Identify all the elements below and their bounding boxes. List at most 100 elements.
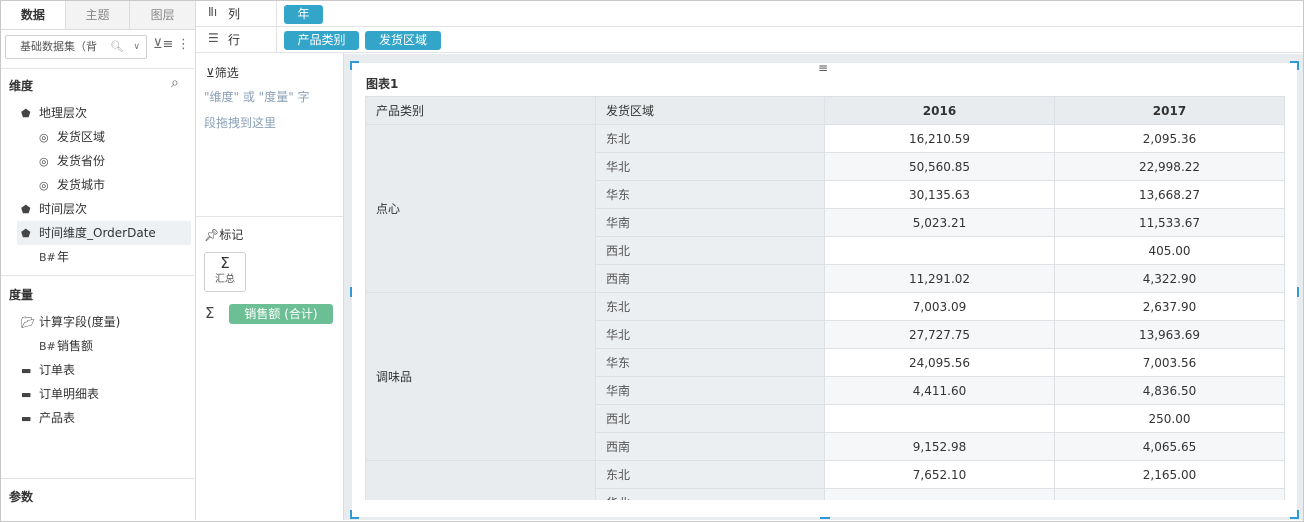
region-cell[interactable]: 东北 (595, 292, 825, 321)
header-category[interactable]: 产品类别 (365, 96, 596, 125)
region-cell[interactable]: 华南 (595, 376, 825, 405)
tree-item-label: 销售额 (57, 339, 94, 353)
tree-item[interactable]: ⬟ 时间层次 (21, 197, 87, 221)
value-cell-2016[interactable]: 30,135.63 (824, 180, 1055, 209)
value-cell-2017[interactable]: 4,322.90 (1054, 264, 1285, 293)
value-cell-2016[interactable]: 27,727.75 (824, 320, 1055, 349)
value-cell-2016[interactable] (824, 488, 1055, 500)
value-cell-2016[interactable] (824, 404, 1055, 433)
column-shelf-label: 列 (228, 7, 241, 21)
selection-corner[interactable] (1290, 510, 1299, 519)
header-2017[interactable]: 2017 (1054, 96, 1285, 125)
region-cell[interactable]: 华北 (595, 320, 825, 349)
value-cell-2016[interactable]: 5,023.21 (824, 208, 1055, 237)
tree-item-label: 发货城市 (57, 178, 106, 192)
filter-icon[interactable]: ⊻≡ (153, 37, 173, 52)
value-cell-2017[interactable]: 4,836.50 (1054, 376, 1285, 405)
category-cell[interactable]: 调味品 (365, 292, 596, 461)
tree-item[interactable]: ◎ 发货区域 (39, 125, 105, 149)
globe-icon: ◎ (39, 155, 49, 168)
region-cell[interactable]: 东北 (595, 124, 825, 153)
tree-item-label: 订单表 (39, 363, 76, 377)
value-cell-2016[interactable]: 11,291.02 (824, 264, 1055, 293)
region-cell[interactable]: 华东 (595, 348, 825, 377)
row-pill-category[interactable]: 产品类别 (284, 31, 359, 50)
selection-corner[interactable] (350, 61, 359, 70)
column-shelf[interactable]: Ⅱı 列 年 (196, 1, 1303, 27)
selection-corner[interactable] (350, 510, 359, 519)
tree-item[interactable]: ⬟ 地理层次 (21, 101, 87, 125)
row-shelf[interactable]: ☰ 行 产品类别 发货区域 (196, 27, 1303, 53)
resize-handle-bottom[interactable] (820, 517, 830, 519)
row-pill-region[interactable]: 发货区域 (365, 31, 441, 50)
layers-icon: ⬟ (21, 203, 31, 216)
region-cell[interactable]: 华北 (595, 488, 825, 500)
value-cell-2017[interactable]: 2,637.90 (1054, 292, 1285, 321)
search-icon[interactable]: ⌕ (171, 75, 179, 91)
resize-handle-right[interactable] (1297, 287, 1299, 297)
filter-drop-hint[interactable]: "维度" 或 "度量" 字 (204, 84, 334, 110)
tree-item[interactable]: B#销售额 (39, 334, 93, 358)
divider (196, 216, 343, 217)
value-cell-2017[interactable]: 405.00 (1054, 236, 1285, 265)
value-cell-2016[interactable]: 7,003.09 (824, 292, 1055, 321)
region-cell[interactable]: 华东 (595, 180, 825, 209)
value-cell-2017[interactable]: 4,065.65 (1054, 432, 1285, 461)
value-cell-2017[interactable]: 250.00 (1054, 404, 1285, 433)
value-cell-2017[interactable]: 22,998.22 (1054, 152, 1285, 181)
region-cell[interactable]: 华北 (595, 152, 825, 181)
filter-title: ⊻筛选 (206, 66, 239, 80)
value-cell-2017[interactable]: 13,668.27 (1054, 180, 1285, 209)
value-cell-2016[interactable]: 16,210.59 (824, 124, 1055, 153)
dataset-select[interactable]: 基础数据集（背 🔍︎ ∨ (5, 35, 147, 59)
tree-item[interactable]: ▬ 产品表 (21, 406, 75, 430)
value-cell-2016[interactable] (824, 236, 1055, 265)
divider (1, 68, 194, 69)
pin-icon: 📌︎ (204, 228, 220, 242)
row-icon: ☰ (208, 31, 219, 45)
header-2016[interactable]: 2016 (824, 96, 1055, 125)
value-cell-2017[interactable]: 11,533.67 (1054, 208, 1285, 237)
tree-item[interactable]: 📂︎ 计算字段(度量) (21, 310, 120, 334)
tab-theme[interactable]: 主题 (65, 1, 131, 29)
value-cell-2017[interactable]: 7,003.56 (1054, 348, 1285, 377)
value-cell-2017[interactable]: 13,963.69 (1054, 320, 1285, 349)
region-cell[interactable]: 华南 (595, 208, 825, 237)
tree-item[interactable]: ▬ 订单表 (21, 358, 75, 382)
value-cell-2016[interactable]: 24,095.56 (824, 348, 1055, 377)
drag-handle-icon[interactable]: ≡ (818, 61, 828, 75)
region-cell[interactable]: 西南 (595, 432, 825, 461)
region-cell[interactable]: 西北 (595, 236, 825, 265)
value-cell-2016[interactable]: 9,152.98 (824, 432, 1055, 461)
tree-item[interactable]: B#年 (39, 245, 69, 269)
data-panel: 数据 主题 图层 基础数据集（背 🔍︎ ∨ ⊻≡ ⋮ 维度 ⌕ ⬟ 地理层次 ◎ 发货… (1, 1, 196, 520)
chart-widget[interactable]: 图表1 产品类别 发货区域 2016 2017 点心 东北 16,210.59 2,0… (350, 61, 1299, 519)
region-cell[interactable]: 西北 (595, 404, 825, 433)
category-cell[interactable]: 点心 (365, 124, 596, 293)
region-cell[interactable]: 西南 (595, 264, 825, 293)
more-vertical-icon[interactable]: ⋮ (177, 37, 190, 52)
column-pill-year[interactable]: 年 (284, 5, 323, 24)
tree-item[interactable]: ▬ 订单明细表 (21, 382, 99, 406)
tab-data[interactable]: 数据 (1, 1, 66, 29)
region-cell[interactable]: 东北 (595, 460, 825, 489)
summary-button[interactable]: Σ 汇总 (204, 252, 246, 292)
tree-item[interactable]: ⬟ 时间维度_OrderDate (17, 221, 191, 245)
resize-handle-left[interactable] (350, 287, 352, 297)
header-region[interactable]: 发货区域 (595, 96, 825, 125)
tree-item-label: 计算字段(度量) (39, 315, 121, 329)
tree-item[interactable]: ◎ 发货城市 (39, 173, 105, 197)
table-header-row: 产品类别 发货区域 2016 2017 (365, 96, 1285, 125)
tree-item[interactable]: ◎ 发货省份 (39, 149, 105, 173)
category-cell[interactable] (365, 460, 596, 500)
divider (1, 275, 194, 276)
selection-corner[interactable] (1290, 61, 1299, 70)
value-cell-2017[interactable] (1054, 488, 1285, 500)
value-cell-2017[interactable]: 2,165.00 (1054, 460, 1285, 489)
measure-pill-sales[interactable]: 销售额 (合计) (229, 304, 333, 324)
value-cell-2017[interactable]: 2,095.36 (1054, 124, 1285, 153)
value-cell-2016[interactable]: 7,652.10 (824, 460, 1055, 489)
tab-layers[interactable]: 图层 (130, 1, 195, 29)
value-cell-2016[interactable]: 50,560.85 (824, 152, 1055, 181)
value-cell-2016[interactable]: 4,411.60 (824, 376, 1055, 405)
